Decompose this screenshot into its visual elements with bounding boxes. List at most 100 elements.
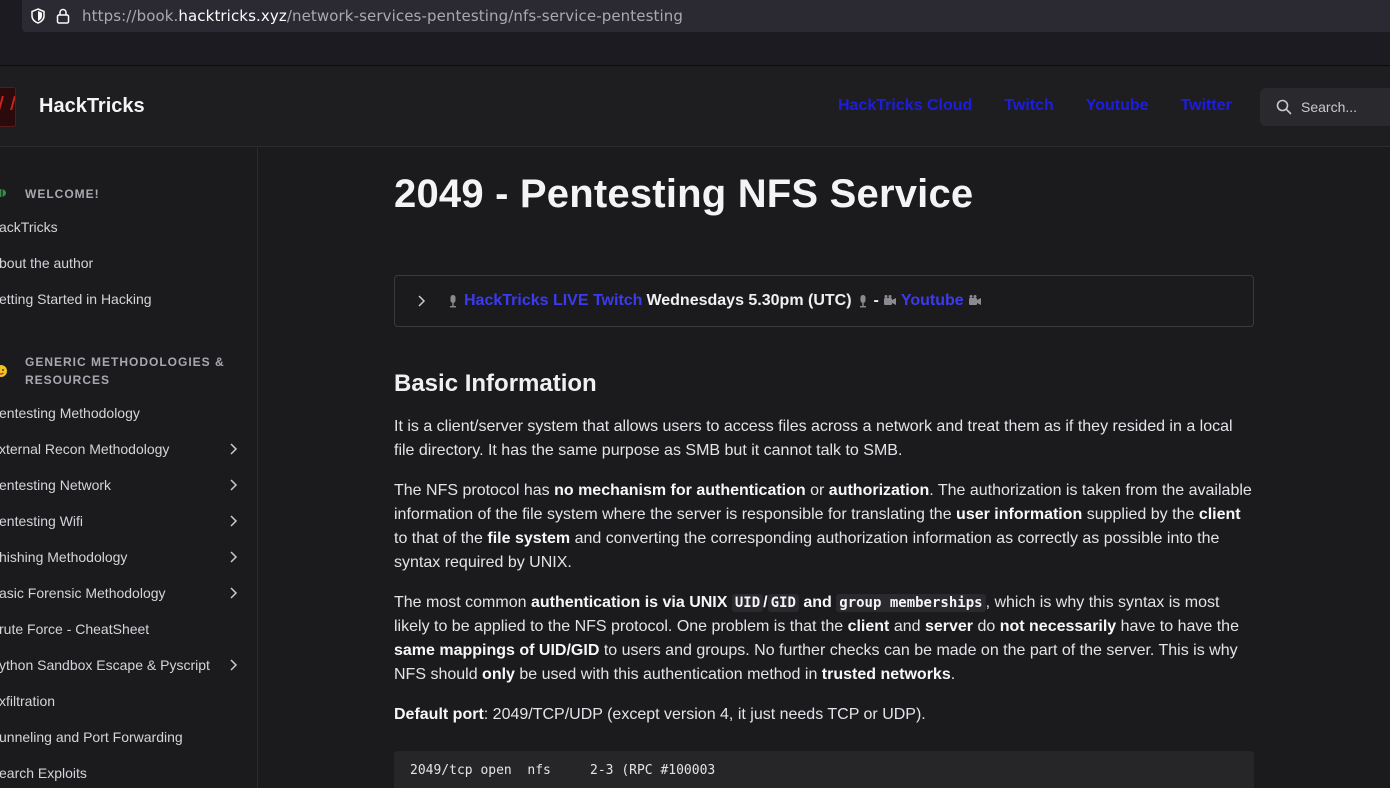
sidebar-item-brute-force[interactable]: rute Force - CheatSheet <box>0 617 257 641</box>
sidebar-item-label: etting Started in Hacking <box>0 291 152 307</box>
bold-text: authentication is via UNIX <box>530 594 732 611</box>
text: and <box>889 618 925 635</box>
sidebar-item-label: ython Sandbox Escape & Pyscript <box>0 657 210 673</box>
microphone-icon <box>859 295 866 308</box>
sidebar-item-hacktricks[interactable]: ackTricks <box>0 215 257 239</box>
search-placeholder: Search... <box>1301 99 1358 115</box>
chevron-right-icon[interactable] <box>228 659 238 671</box>
code-text: 2049/tcp open nfs 2-3 (RPC #100003 <box>410 763 716 778</box>
text: have to have the <box>1116 618 1239 635</box>
browser-toolbar: https://book.hacktricks.xyz/network-serv… <box>0 0 1390 66</box>
chevron-right-icon[interactable] <box>228 587 238 599</box>
top-nav: HackTricks Cloud Twitch Youtube Twitter <box>838 97 1232 115</box>
nav-twitter[interactable]: Twitter <box>1181 97 1232 115</box>
sidebar-item-getting-started[interactable]: etting Started in Hacking <box>0 287 257 311</box>
sidebar-item-label: earch Exploits <box>0 765 87 781</box>
sidebar-item-external-recon[interactable]: xternal Recon Methodology <box>0 437 257 461</box>
video-camera-icon <box>968 295 981 305</box>
sidebar-item-label: rute Force - CheatSheet <box>0 621 150 637</box>
sidebar-item-exfiltration[interactable]: xfiltration <box>0 689 257 713</box>
text: to that of the <box>394 530 488 547</box>
banner-separator: - <box>873 292 879 309</box>
chevron-right-icon[interactable] <box>228 515 238 527</box>
bold-text: same mappings of UID/GID <box>394 642 600 659</box>
sidebar: WELCOME! ackTricks bout the author ettin… <box>0 148 258 788</box>
address-bar[interactable]: https://book.hacktricks.xyz/network-serv… <box>22 0 1390 32</box>
bee-emoji-icon <box>0 189 6 197</box>
section-heading-basic-information: Basic Information <box>394 370 597 397</box>
bold-text: authorization <box>828 482 930 499</box>
inline-code: UID <box>731 594 764 612</box>
sidebar-item-phishing[interactable]: hishing Methodology <box>0 545 257 569</box>
chevron-right-icon[interactable] <box>416 295 426 307</box>
page-title: 2049 - Pentesting NFS Service <box>394 172 974 216</box>
text: : 2049/TCP/UDP (except version 4, it jus… <box>483 706 926 723</box>
search-input[interactable]: Search... <box>1260 88 1390 126</box>
bold-text: user information <box>956 506 1083 523</box>
shield-icon[interactable] <box>30 8 46 24</box>
inline-code: group memberships <box>836 594 986 612</box>
bold-text: not necessarily <box>999 618 1117 635</box>
chevron-right-icon[interactable] <box>228 443 238 455</box>
bold-text: Default port <box>394 706 484 723</box>
sidebar-item-label: bout the author <box>0 255 94 271</box>
paragraph-uid-gid: The most common authentication is via UN… <box>394 591 1256 687</box>
sidebar-item-tunneling[interactable]: unneling and Port Forwarding <box>0 725 257 749</box>
sidebar-item-label: ackTricks <box>0 219 58 235</box>
bold-text: trusted networks <box>821 666 951 683</box>
text: The NFS protocol has <box>394 482 555 499</box>
nav-hacktricks-cloud[interactable]: HackTricks Cloud <box>838 97 972 115</box>
microphone-icon <box>450 295 456 308</box>
video-camera-icon <box>883 295 896 305</box>
sidebar-item-pentesting-methodology[interactable]: entesting Methodology <box>0 401 257 425</box>
youtube-link[interactable]: Youtube <box>901 292 964 310</box>
text: do <box>973 618 1000 635</box>
url-text[interactable]: https://book.hacktricks.xyz/network-serv… <box>82 7 683 25</box>
live-banner-expander[interactable]: HackTricks LIVE Twitch Wednesdays 5.30pm… <box>394 275 1254 327</box>
code-block[interactable]: 2049/tcp open nfs 2-3 (RPC #100003 <box>394 751 1254 788</box>
bold-text: and <box>798 594 837 611</box>
url-host: hacktricks.xyz <box>178 7 287 25</box>
nav-twitch[interactable]: Twitch <box>1004 97 1053 115</box>
sidebar-item-label: xfiltration <box>0 693 56 709</box>
face-emoji-icon <box>0 365 7 377</box>
url-prefix: https://book. <box>82 7 179 25</box>
text: or <box>805 482 829 499</box>
paragraph-intro: It is a client/server system that allows… <box>394 418 1233 459</box>
sidebar-item-about-author[interactable]: bout the author <box>0 251 257 275</box>
sidebar-item-python-sandbox[interactable]: ython Sandbox Escape & Pyscript <box>0 653 257 677</box>
bold-text: server <box>924 618 974 635</box>
banner-schedule: Wednesdays 5.30pm (UTC) <box>646 292 852 309</box>
sidebar-section-title: WELCOME! <box>25 187 100 201</box>
bold-text: no mechanism for authentication <box>554 482 806 499</box>
sidebar-item-search-exploits[interactable]: earch Exploits <box>0 761 257 785</box>
chevron-right-icon[interactable] <box>228 479 238 491</box>
text: The most common <box>394 594 531 611</box>
inline-code: GID <box>767 594 799 612</box>
sidebar-item-label: xternal Recon Methodology <box>0 441 170 457</box>
sidebar-item-pentesting-network[interactable]: entesting Network <box>0 473 257 497</box>
sidebar-item-forensic[interactable]: asic Forensic Methodology <box>0 581 257 605</box>
sidebar-item-pentesting-wifi[interactable]: entesting Wifi <box>0 509 257 533</box>
banner-content: HackTricks LIVE Twitch Wednesdays 5.30pm… <box>446 292 982 310</box>
sidebar-item-label: entesting Wifi <box>0 513 84 529</box>
chevron-right-icon[interactable] <box>228 551 238 563</box>
url-path: /network-services-pentesting/nfs-service… <box>286 7 683 25</box>
paragraph-default-port: Default port: 2049/TCP/UDP (except versi… <box>394 703 1256 727</box>
nav-youtube[interactable]: Youtube <box>1086 97 1149 115</box>
text: be used with this authentication method … <box>514 666 822 683</box>
text: . <box>950 666 956 683</box>
hacktricks-live-twitch-link[interactable]: HackTricks LIVE Twitch <box>464 292 642 310</box>
bold-text: client <box>847 618 890 635</box>
text: supplied by the <box>1082 506 1199 523</box>
search-icon <box>1276 99 1292 115</box>
sidebar-item-label: asic Forensic Methodology <box>0 585 166 601</box>
bold-text: client <box>1198 506 1241 523</box>
sidebar-item-label: hishing Methodology <box>0 549 128 565</box>
sidebar-item-label: entesting Network <box>0 477 112 493</box>
lock-icon[interactable] <box>56 8 70 24</box>
hacktricks-logo[interactable] <box>0 87 16 127</box>
sidebar-item-label: entesting Methodology <box>0 405 140 421</box>
bold-text: / <box>763 594 768 611</box>
site-brand[interactable]: HackTricks <box>39 95 145 118</box>
